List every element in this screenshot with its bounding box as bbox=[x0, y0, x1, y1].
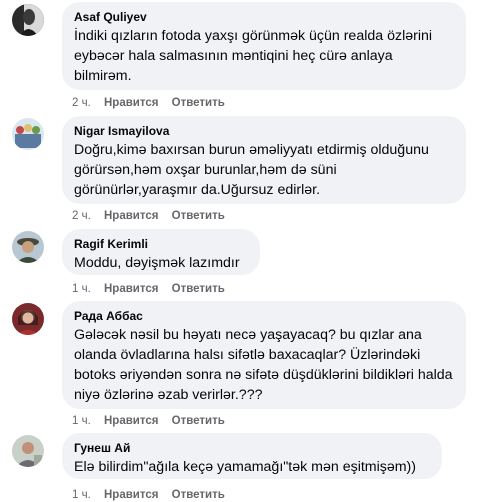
comment-author[interactable]: Nigar Ismayilova bbox=[74, 123, 454, 139]
like-button[interactable]: Нравится bbox=[104, 210, 158, 222]
comment-time[interactable]: 2 ч. bbox=[72, 210, 91, 222]
comment-author[interactable]: Рада Аббас bbox=[74, 308, 454, 324]
like-button[interactable]: Нравится bbox=[104, 283, 158, 295]
comment-actions: 2 ч. Нравится Ответить bbox=[72, 96, 235, 110]
comment-time[interactable]: 1 ч. bbox=[72, 489, 91, 501]
avatar[interactable] bbox=[12, 231, 44, 263]
comment-text: İndiki qızların fotoda yaxşı görünmək üç… bbox=[74, 28, 433, 84]
comment-actions: 2 ч. Нравится Ответить bbox=[72, 209, 235, 223]
comment-text: Moddu, dəyişmək lazımdır bbox=[74, 255, 240, 271]
comment-actions: 1 ч. Нравится Ответить bbox=[72, 414, 235, 428]
comment-bubble: Ragif Kerimli Moddu, dəyişmək lazımdır bbox=[62, 229, 260, 275]
reply-button[interactable]: Ответить bbox=[172, 283, 225, 295]
comment-time[interactable]: 2 ч. bbox=[72, 97, 91, 109]
reply-button[interactable]: Ответить bbox=[172, 489, 225, 501]
avatar[interactable] bbox=[12, 4, 44, 36]
avatar[interactable] bbox=[12, 303, 44, 335]
comment-bubble: Asaf Quliyev İndiki qızların fotoda yaxş… bbox=[62, 2, 466, 90]
comment-time[interactable]: 1 ч. bbox=[72, 415, 91, 427]
comment-actions: 1 ч. Нравится Ответить bbox=[72, 282, 235, 296]
reply-button[interactable]: Ответить bbox=[172, 415, 225, 427]
comment-bubble: Рада Аббас Gələcək nəsil bu həyatı necə … bbox=[62, 301, 466, 409]
comment-actions: 1 ч. Нравится Ответить bbox=[72, 488, 235, 502]
reply-button[interactable]: Ответить bbox=[172, 210, 225, 222]
like-button[interactable]: Нравится bbox=[104, 415, 158, 427]
comment-author[interactable]: Гунеш Ай bbox=[74, 440, 430, 456]
comment-author[interactable]: Ragif Kerimli bbox=[74, 236, 248, 252]
avatar[interactable] bbox=[12, 118, 44, 150]
comment-time[interactable]: 1 ч. bbox=[72, 283, 91, 295]
reply-button[interactable]: Ответить bbox=[172, 97, 225, 109]
comment-author[interactable]: Asaf Quliyev bbox=[74, 9, 454, 25]
comment-bubble: Гунеш Ай Elə bilirdim"ağıla keçə yamamağ… bbox=[62, 433, 442, 479]
like-button[interactable]: Нравится bbox=[104, 97, 158, 109]
comment-text: Elə bilirdim"ağıla keçə yamamağı"tək mən… bbox=[74, 459, 417, 475]
comment-bubble: Nigar Ismayilova Doğru,kimə baxırsan bur… bbox=[62, 116, 466, 204]
comment-text: Doğru,kimə baxırsan burun əməliyyatı etd… bbox=[74, 142, 429, 198]
avatar[interactable] bbox=[12, 435, 44, 467]
comment-text: Gələcək nəsil bu həyatı necə yaşayacaq? … bbox=[74, 327, 453, 403]
like-button[interactable]: Нравится bbox=[104, 489, 158, 501]
